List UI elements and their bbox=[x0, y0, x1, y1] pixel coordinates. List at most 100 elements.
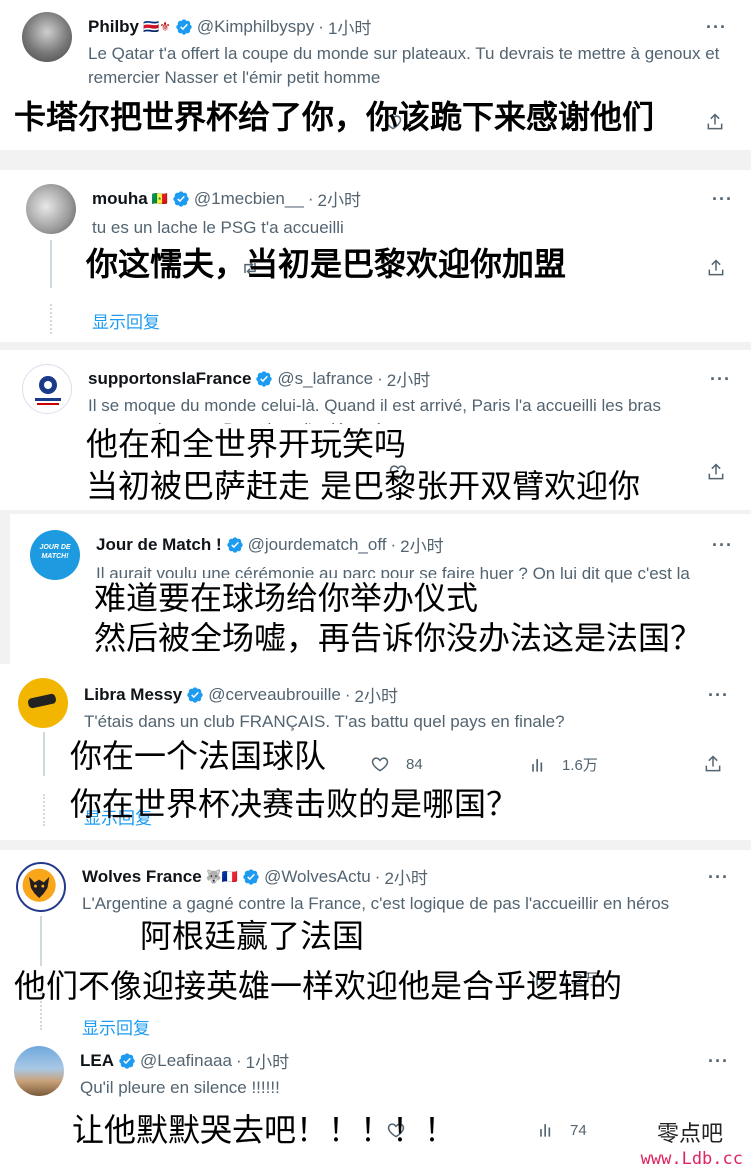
display-name[interactable]: LEA bbox=[80, 1051, 114, 1071]
heart-icon bbox=[370, 754, 390, 774]
translation-line-1: 难道要在球场给你举办仪式 bbox=[94, 578, 479, 618]
football-logo-icon bbox=[35, 376, 61, 405]
translation-line-1: 让他默默哭去吧！！！！！ bbox=[72, 1111, 457, 1149]
more-options-icon[interactable]: ··· bbox=[712, 190, 733, 208]
display-name[interactable]: mouha bbox=[92, 189, 148, 209]
timestamp[interactable]: 2小时 bbox=[384, 864, 427, 889]
views-action[interactable]: 74 bbox=[536, 1120, 587, 1140]
tweet-philby[interactable]: Philby 🇨🇷⚜ @Kimphilbyspy · 1小时 ··· Le Qa… bbox=[0, 0, 751, 150]
divider bbox=[0, 342, 751, 350]
more-options-icon[interactable]: ··· bbox=[712, 536, 733, 554]
handle[interactable]: @s_lafrance bbox=[277, 369, 373, 389]
verified-badge-icon bbox=[186, 686, 204, 704]
avatar[interactable] bbox=[14, 1046, 64, 1096]
tweet-text: tu es un lache le PSG t'a accueilli bbox=[92, 218, 344, 237]
separator: · bbox=[374, 866, 381, 886]
more-options-icon[interactable]: ··· bbox=[706, 18, 727, 36]
more-options-icon[interactable]: ··· bbox=[710, 370, 731, 388]
translation-line-1: 你这懦夫，当初是巴黎欢迎你加盟 bbox=[86, 245, 567, 283]
handle[interactable]: @jourdematch_off bbox=[248, 535, 387, 555]
verified-badge-icon bbox=[226, 536, 244, 554]
tweet-header: Wolves France 🐺🇫🇷 @WolvesActu · 2小时 bbox=[82, 864, 428, 889]
thread-line bbox=[50, 240, 52, 288]
translation-line-2: 然后被全场嘘，再告诉你没办法这是法国？ bbox=[94, 619, 703, 657]
timestamp[interactable]: 2小时 bbox=[387, 366, 430, 391]
display-name[interactable]: supportonslaFrance bbox=[88, 369, 251, 389]
separator: · bbox=[235, 1050, 242, 1070]
avatar[interactable] bbox=[22, 364, 72, 414]
tweet-supportonslafrance[interactable]: supportonslaFrance @s_lafrance · 2小时 ···… bbox=[0, 350, 751, 510]
show-replies-link[interactable]: 显示回复 bbox=[92, 308, 160, 333]
share-icon[interactable] bbox=[705, 112, 725, 132]
separator: · bbox=[318, 16, 324, 36]
display-name[interactable]: Jour de Match ! bbox=[96, 535, 222, 555]
tweet-header: mouha 🇸🇳 @1mecbien__ · 2小时 bbox=[92, 186, 361, 211]
avatar[interactable] bbox=[16, 862, 66, 912]
tweet-mouha[interactable]: mouha 🇸🇳 @1mecbien__ · 2小时 ··· tu es un … bbox=[0, 170, 751, 342]
more-options-icon[interactable]: ··· bbox=[708, 686, 729, 704]
translation-line-2: 你在世界杯决赛击败的是哪国？ bbox=[70, 785, 519, 823]
display-name[interactable]: Libra Messy bbox=[84, 685, 182, 705]
avatar[interactable]: JOUR DE MATCH! bbox=[30, 530, 80, 580]
thread-dots bbox=[50, 304, 52, 334]
handle[interactable]: @WolvesActu bbox=[264, 867, 371, 887]
translation-line-1: 阿根廷赢了法国 bbox=[140, 916, 365, 956]
thread-line bbox=[43, 732, 45, 776]
timestamp[interactable]: 1小时 bbox=[328, 14, 371, 39]
watermark-logo-text: 零点吧 bbox=[656, 1122, 723, 1147]
verified-badge-icon bbox=[172, 190, 190, 208]
verified-badge-icon bbox=[255, 370, 273, 388]
timestamp[interactable]: 2小时 bbox=[354, 682, 397, 707]
views-action[interactable]: 1.6万 bbox=[528, 754, 598, 775]
like-action[interactable]: 84 bbox=[370, 754, 423, 774]
timestamp[interactable]: 2小时 bbox=[400, 532, 443, 557]
separator: · bbox=[390, 534, 397, 554]
translation-line-1: 他在和全世界开玩笑吗 bbox=[86, 424, 407, 464]
avatar[interactable] bbox=[22, 12, 72, 62]
views-chart-icon bbox=[536, 1120, 556, 1140]
tweet-header: supportonslaFrance @s_lafrance · 2小时 bbox=[88, 366, 430, 391]
divider bbox=[0, 514, 10, 664]
separator: · bbox=[377, 368, 383, 388]
show-replies-link[interactable]: 显示回复 bbox=[82, 1014, 150, 1039]
share-icon[interactable] bbox=[706, 462, 726, 482]
verified-badge-icon bbox=[118, 1052, 136, 1070]
more-options-icon[interactable]: ··· bbox=[708, 1052, 729, 1070]
tweet-text: Qu'il pleure en silence !!!!!! bbox=[80, 1078, 280, 1097]
tweet-header: Jour de Match ! @jourdematch_off · 2小时 bbox=[96, 532, 444, 557]
share-icon[interactable] bbox=[706, 258, 726, 278]
timestamp[interactable]: 1小时 bbox=[246, 1048, 289, 1073]
translation-line-2: 他们不像迎接英雄一样欢迎他是合乎逻辑的 bbox=[14, 967, 623, 1005]
display-name[interactable]: Philby bbox=[88, 17, 139, 37]
avatar[interactable] bbox=[18, 678, 68, 728]
handle[interactable]: @Kimphilbyspy bbox=[197, 17, 314, 37]
handle[interactable]: @Leafinaaa bbox=[140, 1051, 232, 1071]
tweet-libramessy[interactable]: Libra Messy @cerveaubrouille · 2小时 ··· T… bbox=[0, 664, 751, 840]
divider bbox=[0, 840, 751, 850]
translation-line-2: 当初被巴萨赶走 是巴黎张开双臂欢迎你 bbox=[86, 467, 641, 505]
flag-emoji: 🇨🇷⚜ bbox=[143, 18, 171, 34]
handle[interactable]: @cerveaubrouille bbox=[208, 685, 341, 705]
like-count: 84 bbox=[406, 755, 423, 773]
flag-emoji: 🐺🇫🇷 bbox=[205, 868, 239, 884]
avatar-label: JOUR DE MATCH! bbox=[39, 544, 71, 560]
tweet-text: Le Qatar t'a offert la coupe du monde su… bbox=[88, 44, 720, 87]
verified-badge-icon bbox=[175, 18, 193, 36]
share-icon[interactable] bbox=[703, 754, 723, 774]
translation-line-1: 你在一个法国球队 bbox=[70, 737, 327, 775]
view-count: 74 bbox=[570, 1121, 587, 1139]
timestamp[interactable]: 2小时 bbox=[317, 186, 360, 211]
tweet-text: L'Argentine a gagné contre la France, c'… bbox=[82, 894, 670, 913]
display-name[interactable]: Wolves France bbox=[82, 867, 202, 887]
views-chart-icon bbox=[528, 755, 548, 775]
tweet-jourdematch[interactable]: JOUR DE MATCH! Jour de Match ! @jourdema… bbox=[10, 514, 751, 664]
handle[interactable]: @1mecbien__ bbox=[194, 189, 304, 209]
tweet-wolvesfrance[interactable]: Wolves France 🐺🇫🇷 @WolvesActu · 2小时 ··· … bbox=[0, 850, 751, 1040]
more-options-icon[interactable]: ··· bbox=[708, 868, 729, 886]
divider bbox=[0, 150, 751, 170]
view-count: 1.6万 bbox=[562, 757, 598, 774]
translation-line-1: 卡塔尔把世界杯给了你，你该跪下来感谢他们 bbox=[14, 98, 655, 136]
tweet-lea[interactable]: LEA @Leafinaaa · 1小时 ··· Qu'il pleure en… bbox=[0, 1040, 751, 1172]
avatar[interactable] bbox=[26, 184, 76, 234]
separator: · bbox=[344, 684, 351, 704]
